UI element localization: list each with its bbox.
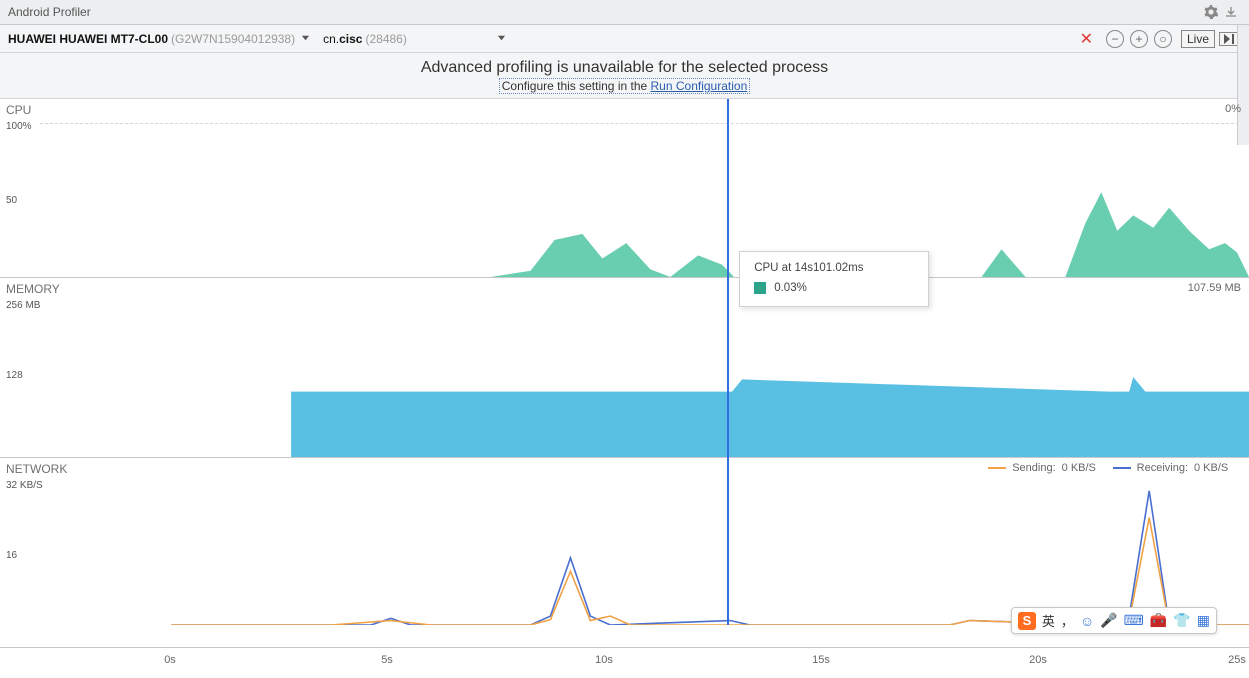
- process-selector[interactable]: cn.cisc (28486): [311, 32, 507, 46]
- zoom-out-button[interactable]: −: [1106, 30, 1124, 48]
- skin-icon[interactable]: 👕: [1173, 612, 1190, 629]
- memory-ytick-mid: 128: [6, 370, 23, 381]
- receiving-swatch: [1113, 467, 1131, 469]
- network-title: NETWORK: [6, 462, 67, 476]
- xaxis-tick: 15s: [812, 654, 830, 666]
- memory-current-value: 107.59 MB: [1188, 282, 1241, 294]
- cpu-chart: [40, 99, 1249, 277]
- profiler-panels: CPU 0% 100% 50 MEMORY 107.59 MB 256 MB 1…: [0, 99, 1249, 648]
- cpu-panel[interactable]: CPU 0% 100% 50: [0, 99, 1249, 277]
- cpu-tooltip: CPU at 14s101.02ms 0.03%: [739, 251, 929, 307]
- live-label: Live: [1187, 32, 1209, 46]
- receiving-value: 0 KB/S: [1194, 462, 1239, 474]
- xaxis-tick: 10s: [595, 654, 613, 666]
- memory-ytick-max: 256 MB: [6, 300, 40, 311]
- cpu-current-value: 0%: [1225, 103, 1241, 115]
- network-chart: [40, 458, 1249, 625]
- close-icon[interactable]: ✕: [1080, 29, 1093, 49]
- tooltip-title: CPU at 14s101.02ms: [754, 262, 914, 274]
- tooltip-swatch: [754, 282, 766, 294]
- memory-title: MEMORY: [6, 282, 60, 296]
- grid-icon[interactable]: ▦: [1197, 612, 1210, 629]
- chevron-down-icon: [301, 33, 311, 43]
- receiving-label: Receiving:: [1137, 462, 1188, 474]
- advanced-profiling-banner: Advanced profiling is unavailable for th…: [0, 53, 1249, 99]
- gear-icon[interactable]: [1201, 2, 1221, 22]
- zoom-in-button[interactable]: +: [1130, 30, 1148, 48]
- cpu-ytick-max: 100%: [6, 121, 32, 132]
- live-button[interactable]: Live: [1181, 30, 1215, 48]
- network-legend: Sending: 0 KB/S Receiving: 0 KB/S: [988, 462, 1239, 474]
- banner-headline: Advanced profiling is unavailable for th…: [0, 59, 1249, 77]
- device-name: HUAWEI HUAWEI MT7-CL00: [8, 32, 168, 46]
- process-pid: (28486): [365, 32, 406, 46]
- network-ytick-max: 32 KB/S: [6, 480, 43, 491]
- export-icon[interactable]: [1221, 2, 1241, 22]
- toolbar: HUAWEI HUAWEI MT7-CL00 (G2W7N15904012938…: [0, 25, 1249, 53]
- ime-lang[interactable]: 英: [1042, 611, 1055, 630]
- device-serial: (G2W7N15904012938): [171, 32, 295, 46]
- network-panel[interactable]: NETWORK Sending: 0 KB/S Receiving: 0 KB/…: [0, 457, 1249, 625]
- process-name: cn.cisc: [323, 32, 362, 46]
- xaxis-tick: 0s: [164, 654, 176, 666]
- ime-toolbar[interactable]: S 英 ， ☺ 🎤 ⌨ 🧰 👕 ▦: [1011, 607, 1217, 634]
- time-axis: 0s 5s 10s 15s 20s 25s: [0, 648, 1249, 678]
- xaxis-tick: 25s: [1228, 654, 1246, 666]
- right-tool-window-stripe[interactable]: [1237, 25, 1249, 145]
- titlebar: Android Profiler: [0, 0, 1249, 25]
- ime-punct[interactable]: ，: [1061, 611, 1074, 630]
- device-selector[interactable]: HUAWEI HUAWEI MT7-CL00 (G2W7N15904012938…: [8, 32, 311, 46]
- cpu-ytick-mid: 50: [6, 195, 17, 206]
- smiley-icon[interactable]: ☺: [1080, 613, 1094, 629]
- xaxis-tick: 20s: [1029, 654, 1047, 666]
- microphone-icon[interactable]: 🎤: [1100, 612, 1117, 629]
- sending-value: 0 KB/S: [1062, 462, 1107, 474]
- memory-panel[interactable]: MEMORY 107.59 MB 256 MB 128: [0, 277, 1249, 457]
- zoom-reset-button[interactable]: ○: [1154, 30, 1172, 48]
- sogou-logo-icon: S: [1018, 612, 1036, 630]
- network-ytick-mid: 16: [6, 550, 17, 561]
- run-configuration-link[interactable]: Run Configuration: [651, 79, 748, 93]
- tooltip-value: 0.03%: [774, 282, 807, 294]
- sending-label: Sending:: [1012, 462, 1055, 474]
- chevron-down-icon: [497, 33, 507, 43]
- cpu-title: CPU: [6, 103, 31, 117]
- titlebar-title: Android Profiler: [8, 5, 91, 19]
- toolbox-icon[interactable]: 🧰: [1150, 612, 1167, 629]
- sending-swatch: [988, 467, 1006, 469]
- banner-sub-prefix: Configure this setting in the: [502, 79, 651, 93]
- memory-chart: [40, 278, 1249, 457]
- keyboard-icon[interactable]: ⌨: [1124, 612, 1144, 629]
- banner-subline: Configure this setting in the Run Config…: [0, 79, 1249, 93]
- xaxis-tick: 5s: [381, 654, 393, 666]
